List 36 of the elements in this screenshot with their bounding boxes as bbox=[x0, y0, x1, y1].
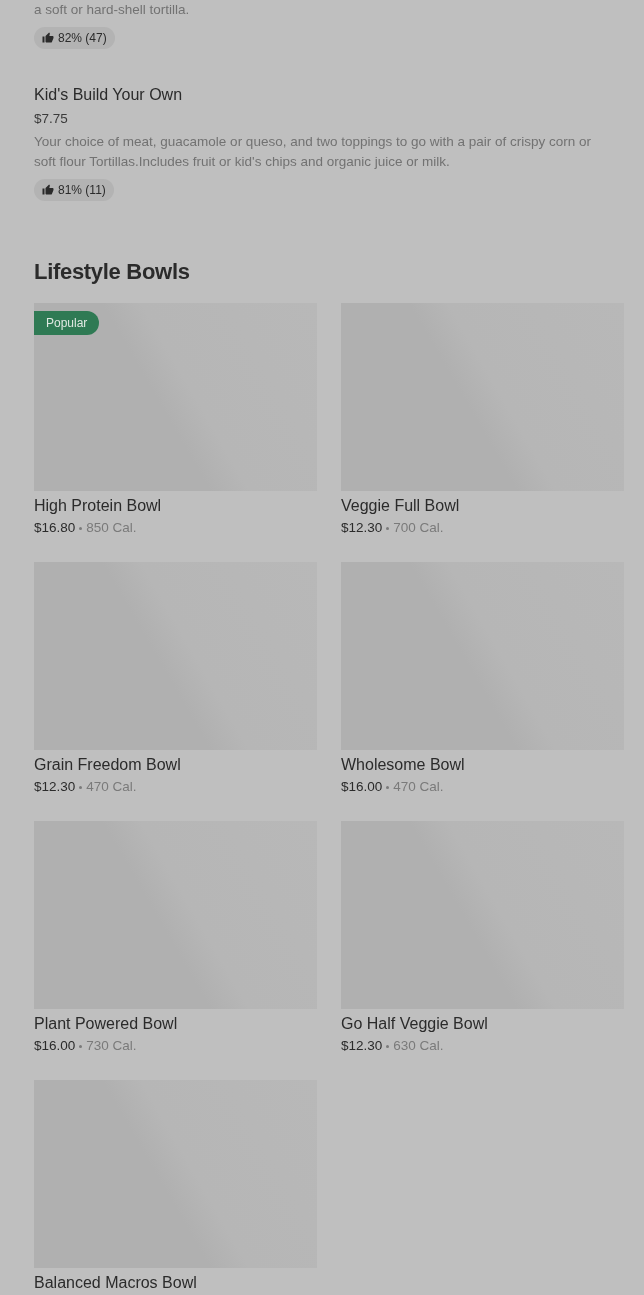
rating-text: 81% (11) bbox=[58, 183, 106, 197]
item-price: $7.75 bbox=[34, 110, 68, 128]
card-name[interactable]: Grain Freedom Bowl bbox=[34, 755, 181, 775]
separator-dot-icon bbox=[79, 526, 83, 530]
image-placeholder[interactable] bbox=[34, 303, 317, 491]
card-name[interactable]: Balanced Macros Bowl bbox=[34, 1273, 197, 1293]
card-calories: 700 Cal. bbox=[393, 519, 444, 537]
card-price: $16.00 bbox=[341, 778, 383, 796]
card-price: $12.30 bbox=[341, 519, 383, 537]
popular-tag: Popular bbox=[34, 311, 100, 335]
card-calories: 850 Cal. bbox=[86, 519, 137, 537]
card-name[interactable]: Veggie Full Bowl bbox=[341, 496, 460, 516]
separator-dot-icon bbox=[79, 785, 83, 789]
card-name[interactable]: Go Half Veggie Bowl bbox=[341, 1014, 488, 1034]
rating-text: 82% (47) bbox=[58, 31, 107, 45]
card-name[interactable]: Plant Powered Bowl bbox=[34, 1014, 178, 1034]
section-title: Lifestyle Bowls bbox=[34, 259, 191, 285]
thumbs-up-icon bbox=[42, 184, 54, 196]
card-price: $12.30 bbox=[34, 778, 76, 796]
card-calories: 470 Cal. bbox=[86, 778, 137, 796]
item-description: a soft or hard-shell tortilla. bbox=[34, 1, 190, 19]
item-description: Your choice of meat, guacamole or queso, and two toppings to go with a pair of crispy corn or soft flour Tortillas.Includes fruit or kid's chips and organic juice or milk. bbox=[34, 133, 593, 171]
item-name[interactable]: Kid's Build Your Own bbox=[34, 85, 183, 105]
separator-dot-icon bbox=[386, 526, 390, 530]
card-name[interactable]: High Protein Bowl bbox=[34, 496, 162, 516]
separator-dot-icon bbox=[386, 785, 390, 789]
card-price: $12.30 bbox=[341, 1037, 383, 1055]
thumbs-up-icon bbox=[42, 32, 54, 44]
card-price: $16.80 bbox=[34, 519, 76, 537]
card-calories: 470 Cal. bbox=[393, 778, 444, 796]
separator-dot-icon bbox=[79, 1044, 83, 1048]
card-calories: 630 Cal. bbox=[393, 1037, 444, 1055]
card-name[interactable]: Wholesome Bowl bbox=[341, 755, 465, 775]
separator-dot-icon bbox=[386, 1044, 390, 1048]
card-calories: 730 Cal. bbox=[86, 1037, 137, 1055]
card-price: $16.00 bbox=[34, 1037, 76, 1055]
